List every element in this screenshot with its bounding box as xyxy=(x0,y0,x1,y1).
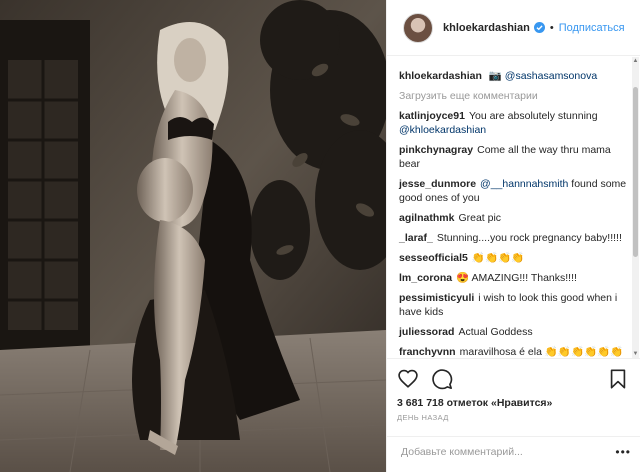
comment-button[interactable] xyxy=(431,368,453,390)
comment-username[interactable]: _laraf_ xyxy=(399,232,433,244)
post-side-panel: khloekardashian • Подписаться khloekarda… xyxy=(386,0,640,472)
add-comment-input[interactable] xyxy=(401,446,601,458)
comment-text: Great pic xyxy=(458,212,502,224)
comment-item: sesseofficial5 👏👏👏👏 xyxy=(399,251,627,265)
post-header: khloekardashian • Подписаться xyxy=(387,0,640,56)
comment-item: katlinjoyce91 You are absolutely stunning… xyxy=(399,109,627,137)
comment-container: katlinjoyce91 You are absolutely stunning… xyxy=(399,109,627,358)
comment-item: lm_corona 😍 AMAZING!!! Thanks!!!! xyxy=(399,271,627,285)
comment-item: agilnathmk Great pic xyxy=(399,211,627,225)
comment-text: Stunning....you rock pregnancy baby!!!!! xyxy=(436,232,622,244)
comment-text: Actual Goddess xyxy=(458,326,533,338)
caption: khloekardashian 📷 @sashasamsonova xyxy=(399,69,627,83)
comment-text: 😍 AMAZING!!! Thanks!!!! xyxy=(456,272,577,284)
follow-button[interactable]: Подписаться xyxy=(559,22,625,34)
load-more-comments-link[interactable]: Загрузить еще комментарии xyxy=(399,89,627,103)
comment-username[interactable]: juliessorad xyxy=(399,326,454,338)
comment-username[interactable]: pessimisticyuli xyxy=(399,292,474,304)
post-timestamp[interactable]: день назад xyxy=(397,413,629,422)
heart-icon xyxy=(398,369,418,388)
comment-username[interactable]: katlinjoyce91 xyxy=(399,110,465,122)
add-comment-bar: ••• xyxy=(387,436,640,468)
action-icons-row xyxy=(397,359,629,399)
post-photo[interactable] xyxy=(0,0,386,472)
caption-author[interactable]: khloekardashian xyxy=(399,70,482,82)
comment-text: maravilhosa é ela 👏👏👏👏👏👏 xyxy=(459,346,624,358)
author-username[interactable]: khloekardashian xyxy=(443,22,530,34)
header-separator: • xyxy=(549,21,554,34)
comment-username[interactable]: agilnathmk xyxy=(399,212,454,224)
comment-item: juliessorad Actual Goddess xyxy=(399,325,627,339)
comment-username[interactable]: lm_corona xyxy=(399,272,452,284)
comment-item: franchyvnn maravilhosa é ela 👏👏👏👏👏👏 xyxy=(399,345,627,358)
scrollbar-thumb[interactable] xyxy=(633,87,638,257)
comment-text: 👏👏👏👏 xyxy=(471,252,525,264)
more-options-icon[interactable]: ••• xyxy=(615,445,631,459)
bookmark-icon xyxy=(610,369,626,389)
scroll-down-arrow-icon[interactable]: ▼ xyxy=(632,350,639,358)
likes-count[interactable]: 3 681 718 отметок «Нравится» xyxy=(397,397,629,409)
comment-item: pinkchynagray Come all the way thru mama … xyxy=(399,143,627,171)
like-button[interactable] xyxy=(397,368,419,390)
comment-item: pessimisticyuli i wish to look this good … xyxy=(399,291,627,319)
avatar[interactable] xyxy=(403,12,433,43)
comment-mention[interactable]: @khloekardashian xyxy=(399,124,486,136)
scroll-up-arrow-icon[interactable]: ▲ xyxy=(632,57,639,65)
comment-username[interactable]: sesseofficial5 xyxy=(399,252,468,264)
photo-illustration xyxy=(0,0,386,472)
caption-mention[interactable]: @sashasamsonova xyxy=(505,70,597,82)
comment-username[interactable]: jesse_dunmore xyxy=(399,178,476,190)
comment-item: _laraf_ Stunning....you rock pregnancy ba… xyxy=(399,231,627,245)
save-button[interactable] xyxy=(607,368,629,390)
comment-icon xyxy=(432,369,453,390)
comment-text: You are absolutely stunning xyxy=(468,110,598,122)
comment-username[interactable]: franchyvnn xyxy=(399,346,456,358)
comment-mention[interactable]: @__hannnahsmith xyxy=(480,178,568,190)
comments-list: khloekardashian 📷 @sashasamsonova Загруз… xyxy=(387,57,633,358)
comments-scrollbar[interactable]: ▲ ▼ xyxy=(632,57,639,358)
comment-username[interactable]: pinkchynagray xyxy=(399,144,473,156)
verified-badge-icon xyxy=(533,22,545,33)
camera-emoji-icon: 📷 xyxy=(488,70,502,82)
post-actions: 3 681 718 отметок «Нравится» день назад … xyxy=(387,358,640,468)
comment-item: jesse_dunmore @__hannnahsmith found some … xyxy=(399,177,627,205)
